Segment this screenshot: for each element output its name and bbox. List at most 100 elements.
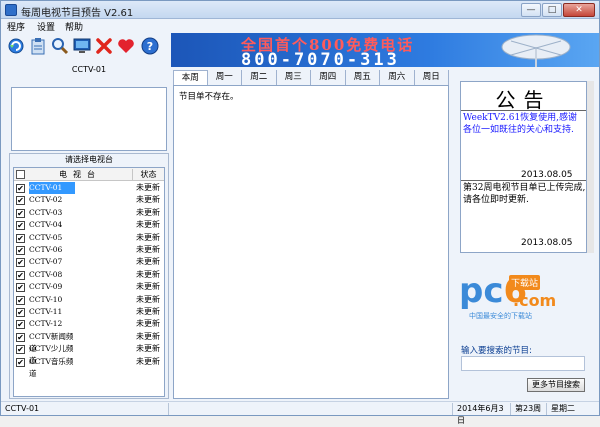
channel-row[interactable]: ✔ CCTV-08 未更新 <box>14 269 164 281</box>
menu-settings[interactable]: 设置 <box>37 20 55 33</box>
notice-title: 公告 <box>495 88 552 112</box>
search-input[interactable] <box>461 356 585 371</box>
channel-checkbox[interactable]: ✔ <box>16 246 25 255</box>
channel-checkbox[interactable]: ✔ <box>16 208 25 218</box>
maximize-button[interactable]: □ <box>542 3 562 17</box>
channel-checkbox[interactable]: ✔ <box>16 308 25 317</box>
menu-program[interactable]: 程序 <box>7 20 25 33</box>
status-bar: CCTV-01 2014年6月3日 第23周 星期二 <box>1 401 599 425</box>
channel-checkbox[interactable]: ✔ <box>16 184 25 193</box>
channel-row[interactable]: ✔ CCTV-04 未更新 <box>14 219 164 231</box>
channel-row[interactable]: ✔ CCTV-02 未更新 <box>14 194 164 206</box>
help-icon[interactable]: ? <box>141 37 159 55</box>
app-icon <box>5 4 17 16</box>
tab-day-6[interactable]: 周六 <box>380 70 415 85</box>
heart-icon[interactable] <box>117 37 135 55</box>
notice-item-1: WeekTV2.61恢复使用,感谢各位一如既往的关心和支持. <box>463 113 578 135</box>
channel-name: CCTV-07 <box>29 257 63 267</box>
channel-row[interactable]: ✔ CCTV新闻频道 未更新 <box>14 331 164 353</box>
channel-row[interactable]: ✔ CCTV-09 未更新 <box>14 281 164 293</box>
tab-day-2[interactable]: 周二 <box>242 70 277 85</box>
refresh-icon[interactable] <box>7 37 25 55</box>
channel-name: CCTV-12 <box>29 319 63 329</box>
status-channel: CCTV-01 <box>3 403 169 415</box>
channel-status: 未更新 <box>136 195 160 205</box>
channel-row[interactable]: ✔ CCTV音乐频道 未更新 <box>14 356 164 378</box>
search-icon[interactable] <box>51 37 69 55</box>
status-date: 2014年6月3日 <box>455 403 511 425</box>
channel-checkbox[interactable]: ✔ <box>16 283 25 293</box>
channel-name: CCTV-04 <box>29 220 63 230</box>
channel-row[interactable]: ✔ CCTV-05 未更新 <box>14 232 164 244</box>
delete-icon[interactable] <box>95 37 113 55</box>
channel-checkbox[interactable]: ✔ <box>16 270 25 280</box>
channel-name: CCTV-01 <box>29 182 75 194</box>
notice-date-1: 2013.08.05 <box>521 170 573 180</box>
schedule-panel: 节目单不存在。 <box>173 85 449 399</box>
pc6-logo-domain: .com <box>513 291 557 310</box>
tab-day-0[interactable]: 本周 <box>173 70 208 85</box>
current-channel-label: CCTV-01 <box>71 65 107 74</box>
channel-checkbox[interactable]: ✔ <box>16 332 25 342</box>
channel-status: 未更新 <box>136 245 160 254</box>
channel-name: CCTV-02 <box>29 195 63 205</box>
channel-checkbox[interactable]: ✔ <box>16 320 25 330</box>
channel-row[interactable]: ✔ CCTV-03 未更新 <box>14 207 164 219</box>
notice-scrollbar[interactable] <box>587 81 594 253</box>
monitor-icon[interactable] <box>73 37 91 55</box>
ad-banner[interactable]: 全国首个800免费电话 800-7070-313 <box>171 33 599 67</box>
schedule-message: 节目单不存在。 <box>179 92 239 102</box>
channel-list[interactable]: 电视台 状态 ✔ CCTV-01 未更新 ✔ CCTV-02 未更新 ✔ CCTV-03 未更新… <box>13 167 165 397</box>
channel-checkbox[interactable]: ✔ <box>16 357 25 367</box>
channel-name: CCTV-03 <box>29 207 63 217</box>
channel-row[interactable]: ✔ CCTV-01 未更新 <box>14 182 164 194</box>
channel-name: CCTV-10 <box>29 294 63 304</box>
status-weekday: 星期二 <box>551 404 575 413</box>
channel-checkbox[interactable]: ✔ <box>16 345 25 355</box>
close-button[interactable]: ✕ <box>563 3 595 17</box>
column-header-channel[interactable]: 电视台 <box>30 169 130 180</box>
channel-name: CCTV-09 <box>29 282 63 292</box>
channel-checkbox[interactable]: ✔ <box>16 221 25 231</box>
tab-day-5[interactable]: 周五 <box>346 70 380 85</box>
more-search-button[interactable]: 更多节目搜索 <box>527 378 585 392</box>
minimize-button[interactable]: — <box>521 3 541 17</box>
channel-name: CCTV-11 <box>29 307 63 316</box>
tab-day-7[interactable]: 周日 <box>415 70 449 85</box>
channel-name: CCTV-06 <box>29 245 63 254</box>
channel-row[interactable]: ✔ CCTV-06 未更新 <box>14 244 164 256</box>
menu-bar: 程序 设置 帮助 <box>1 19 599 33</box>
channel-status: 未更新 <box>136 331 160 341</box>
channel-status: 未更新 <box>136 344 160 354</box>
channel-row[interactable]: ✔ CCTV-12 未更新 <box>14 318 164 330</box>
channel-checkbox[interactable]: ✔ <box>16 196 25 206</box>
channel-name: CCTV-08 <box>29 269 63 279</box>
channel-checkbox[interactable]: ✔ <box>16 295 25 305</box>
menu-help[interactable]: 帮助 <box>65 20 83 33</box>
select-all-checkbox[interactable] <box>16 170 25 179</box>
column-header-status[interactable]: 状态 <box>132 169 164 180</box>
svg-text:?: ? <box>147 40 153 53</box>
app-window: 每周电视节目预告 V2.61 — □ ✕ 程序 设置 帮助 ? 全国首个800免… <box>0 0 600 425</box>
channel-name: CCTV音乐频道 <box>29 356 74 378</box>
notice-item-2: 第32周电视节目单已上传完成,请各位即时更新. <box>463 183 586 205</box>
channel-row[interactable]: ✔ CCTV-11 未更新 <box>14 306 164 318</box>
pc6-watermark-logo: pc6 下载站 .com 中国最安全的下载站 <box>459 271 589 321</box>
tab-day-1[interactable]: 周一 <box>208 70 242 85</box>
pc6-logo-slogan: 中国最安全的下载站 <box>469 312 532 320</box>
channel-row[interactable]: ✔ CCTV-07 未更新 <box>14 256 164 268</box>
channel-status: 未更新 <box>136 183 160 192</box>
channel-name: CCTV新闻频道 <box>29 331 74 353</box>
status-week: 第23周 <box>513 403 547 415</box>
clipboard-icon[interactable] <box>29 37 47 55</box>
channel-checkbox[interactable]: ✔ <box>16 258 25 268</box>
channel-row[interactable]: ✔ CCTV-10 未更新 <box>14 294 164 306</box>
tab-day-3[interactable]: 周三 <box>277 70 311 85</box>
channel-checkbox[interactable]: ✔ <box>16 233 25 243</box>
pc6-logo-badge: 下载站 <box>509 275 541 290</box>
tab-day-4[interactable]: 周四 <box>311 70 346 85</box>
channel-row[interactable]: ✔ CCTV少儿频道 未更新 <box>14 343 164 365</box>
channel-status: 未更新 <box>136 257 160 267</box>
satellite-dish-icon <box>501 34 571 67</box>
notice-date-2: 2013.08.05 <box>521 238 573 248</box>
